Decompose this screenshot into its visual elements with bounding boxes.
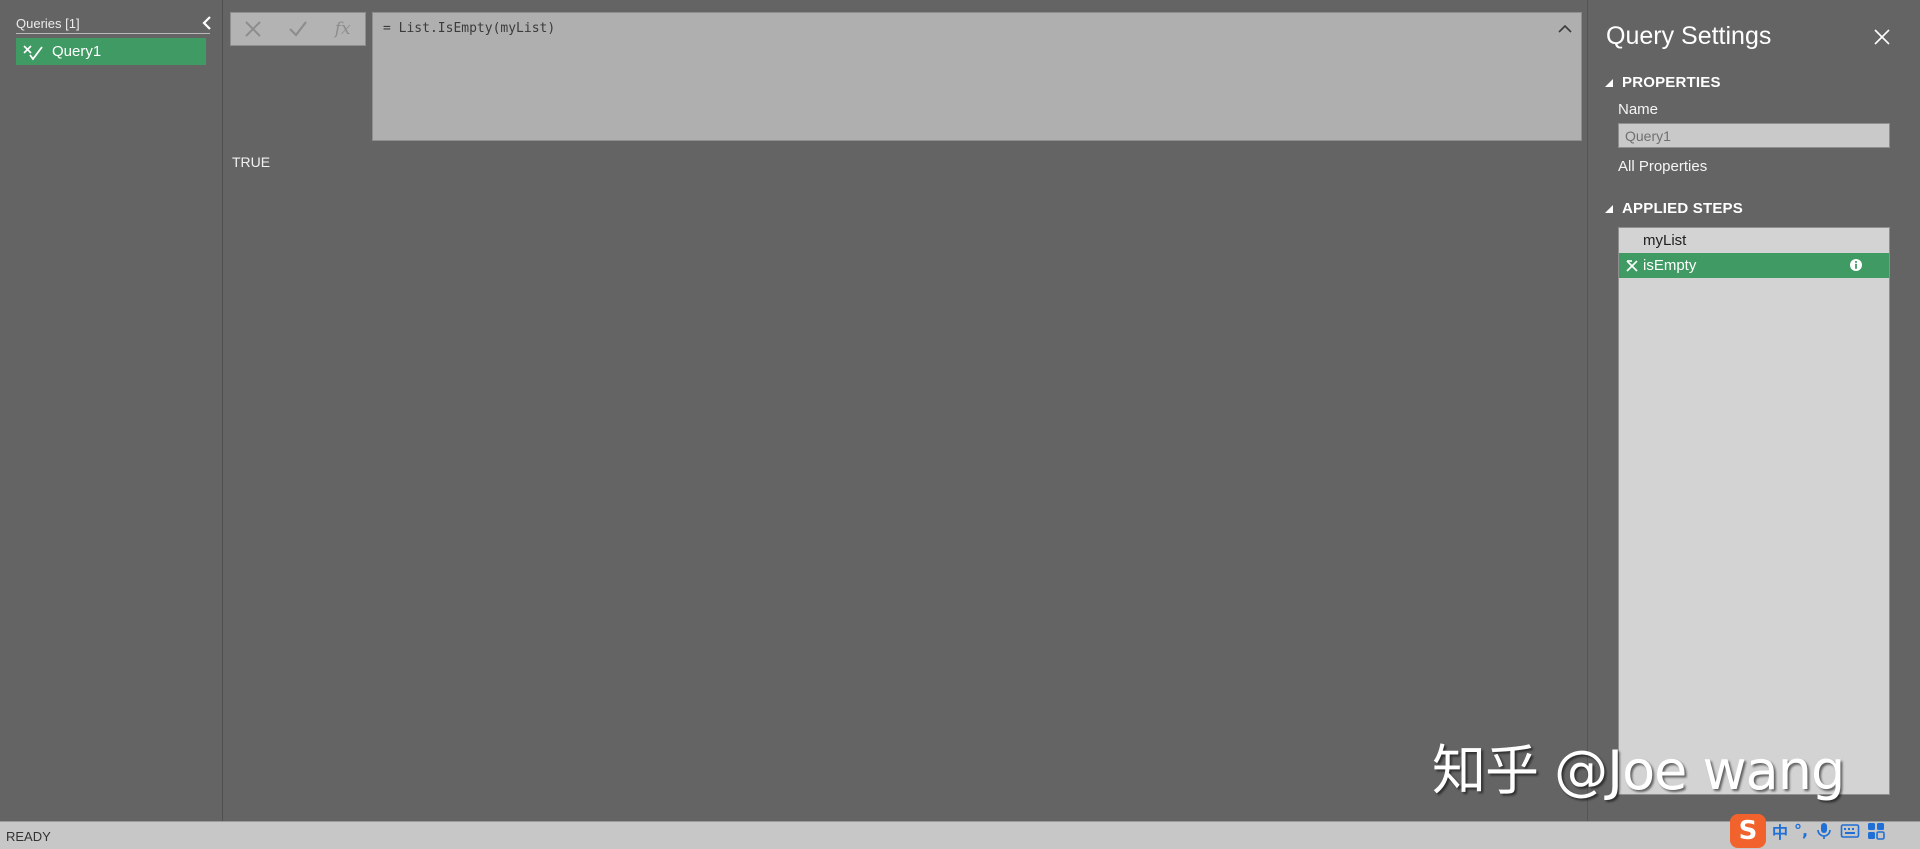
insert-function-button[interactable]: fx	[320, 13, 365, 45]
watermark: 知乎 @Joe wang	[1432, 739, 1845, 802]
status-bar: READY	[0, 821, 1920, 849]
applied-steps-header-label: APPLIED STEPS	[1622, 200, 1743, 217]
commit-formula-button[interactable]	[276, 13, 321, 45]
status-text: READY	[6, 829, 51, 844]
query-settings-pane: Query Settings PROPERTIES Name All Prope…	[1587, 0, 1920, 821]
properties-section-header[interactable]: PROPERTIES	[1604, 74, 1721, 91]
step-label: myList	[1643, 232, 1687, 249]
query-item-query1[interactable]: Query1	[16, 38, 206, 65]
formula-editor[interactable]: = List.IsEmpty(myList)	[372, 12, 1582, 141]
name-input[interactable]	[1618, 123, 1890, 148]
fx-icon: fx	[334, 19, 351, 39]
settings-title: Query Settings	[1606, 22, 1772, 50]
queries-header: Queries [1]	[16, 16, 210, 34]
chevron-left-icon[interactable]	[198, 14, 216, 32]
step-label: isEmpty	[1643, 257, 1697, 274]
keyboard-icon[interactable]	[1840, 821, 1860, 841]
info-icon[interactable]	[1849, 258, 1863, 272]
delete-x-icon[interactable]	[1625, 259, 1639, 273]
formula-text[interactable]: = List.IsEmpty(myList)	[383, 21, 555, 36]
ime-punctuation-toggle[interactable]: °,	[1794, 821, 1808, 840]
triangle-down-icon	[1605, 204, 1613, 213]
result-value: TRUE	[232, 154, 271, 170]
sogou-logo-icon[interactable]: S	[1730, 813, 1766, 848]
step-isempty[interactable]: isEmpty	[1619, 253, 1889, 278]
close-icon[interactable]	[1871, 26, 1893, 48]
formula-buttons: fx	[230, 12, 366, 46]
properties-header-label: PROPERTIES	[1622, 74, 1721, 91]
check-icon	[289, 21, 307, 37]
name-label: Name	[1618, 101, 1659, 118]
all-properties-link[interactable]: All Properties	[1618, 158, 1707, 175]
ime-mode-toggle[interactable]: 中	[1772, 819, 1788, 843]
applied-steps-section-header[interactable]: APPLIED STEPS	[1604, 200, 1743, 217]
microphone-icon[interactable]	[1814, 821, 1834, 841]
ime-toolbar: S 中 °,	[1728, 812, 1920, 849]
x-icon	[245, 21, 262, 37]
cancel-formula-button[interactable]	[231, 13, 276, 45]
applied-steps-list: myList isEmpty	[1618, 227, 1890, 795]
chevron-up-icon[interactable]	[1557, 21, 1573, 37]
function-icon	[23, 44, 43, 60]
queries-pane: Queries [1] Query1	[0, 0, 223, 821]
grid-menu-icon[interactable]	[1866, 821, 1886, 841]
triangle-down-icon	[1605, 78, 1613, 87]
query-item-label: Query1	[52, 43, 102, 60]
step-mylist[interactable]: myList	[1619, 228, 1889, 253]
